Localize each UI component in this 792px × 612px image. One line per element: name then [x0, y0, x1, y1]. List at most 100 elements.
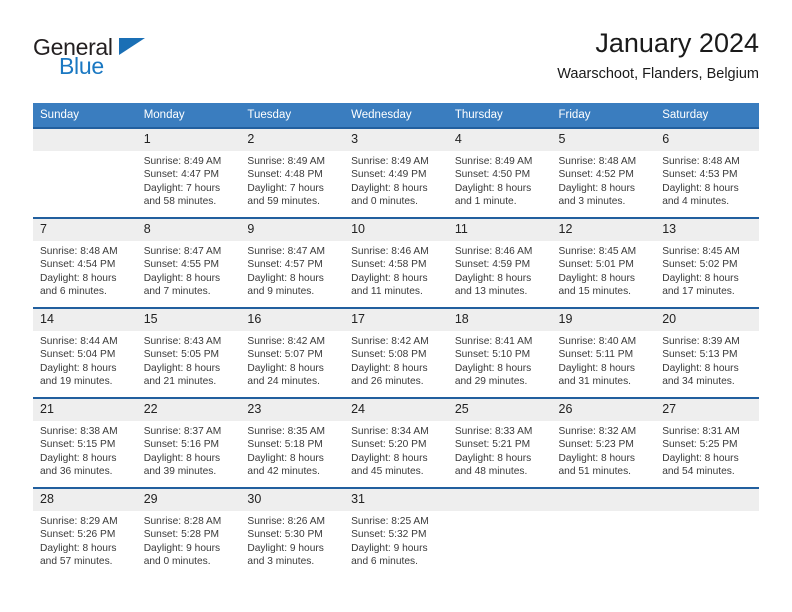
daylight-text-line1: Daylight: 8 hours — [454, 272, 532, 284]
calendar-day-cell[interactable]: 1 Sunrise: 8:49 AM Sunset: 4:47 PM Daylight… — [136, 127, 241, 217]
daylight-text-line1: Daylight: 8 hours — [454, 362, 532, 374]
sunrise-text: Sunrise: 8:34 AM — [351, 426, 429, 437]
daylight-text-line1: Daylight: 8 hours — [143, 272, 221, 284]
daylight-text-line2: and 7 minutes. — [143, 286, 211, 298]
day-cell-inner: 30 Sunrise: 8:26 AM Sunset: 5:30 PM Dayligh… — [240, 487, 345, 575]
calendar-day-cell[interactable]: 4 Sunrise: 8:49 AM Sunset: 4:50 PM Daylight… — [447, 127, 552, 217]
calendar-day-cell[interactable]: 30 Sunrise: 8:26 AM Sunset: 5:30 PM Dayligh… — [240, 487, 345, 577]
sunrise-text: Sunrise: 8:48 AM — [662, 156, 740, 167]
day-details: Sunrise: 8:25 AM Sunset: 5:32 PM Daylight:… — [344, 511, 448, 569]
calendar-day-cell[interactable]: 18 Sunrise: 8:41 AM Sunset: 5:10 PM Dayligh… — [447, 307, 552, 397]
calendar-day-cell[interactable]: 2 Sunrise: 8:49 AM Sunset: 4:48 PM Daylight… — [240, 127, 345, 217]
calendar-day-cell[interactable]: 14 Sunrise: 8:44 AM Sunset: 5:04 PM Dayligh… — [33, 307, 137, 397]
daylight-text-line1: Daylight: 8 hours — [40, 272, 117, 284]
general-blue-logo[interactable]: General Blue — [33, 34, 193, 90]
sunrise-text: Sunrise: 8:49 AM — [454, 156, 533, 167]
sunrise-text: Sunrise: 8:48 AM — [558, 156, 637, 167]
calendar-day-cell[interactable]: 6 Sunrise: 8:48 AM Sunset: 4:53 PM Daylight… — [655, 127, 759, 217]
day-cell-inner: 12 Sunrise: 8:45 AM Sunset: 5:01 PM Dayligh… — [551, 217, 656, 305]
calendar-day-cell[interactable]: 10 Sunrise: 8:46 AM Sunset: 4:58 PM Dayligh… — [344, 217, 448, 307]
day-details: Sunrise: 8:47 AM Sunset: 4:55 PM Daylight:… — [137, 241, 241, 299]
day-cell-inner: 8 Sunrise: 8:47 AM Sunset: 4:55 PM Daylight… — [136, 217, 241, 305]
day-details: Sunrise: 8:28 AM Sunset: 5:28 PM Daylight:… — [137, 511, 241, 569]
calendar-day-cell[interactable]: 26 Sunrise: 8:32 AM Sunset: 5:23 PM Dayligh… — [551, 397, 656, 487]
day-details: Sunrise: 8:48 AM Sunset: 4:52 PM Daylight:… — [552, 151, 656, 209]
calendar-day-cell[interactable]: 31 Sunrise: 8:25 AM Sunset: 5:32 PM Dayligh… — [344, 487, 448, 577]
sunrise-text: Sunrise: 8:42 AM — [247, 336, 325, 347]
daylight-text-line2: and 19 minutes. — [40, 376, 113, 388]
day-cell-inner: 4 Sunrise: 8:49 AM Sunset: 4:50 PM Daylight… — [447, 127, 552, 215]
day-details: Sunrise: 8:33 AM Sunset: 5:21 PM Daylight:… — [448, 421, 552, 479]
daylight-text-line1: Daylight: 9 hours — [247, 542, 324, 554]
day-number: 31 — [344, 489, 448, 511]
sunset-text: Sunset: 5:10 PM — [454, 349, 531, 361]
sunset-text: Sunset: 5:23 PM — [558, 439, 634, 451]
day-cell-inner: 1 Sunrise: 8:49 AM Sunset: 4:47 PM Daylight… — [136, 127, 241, 215]
calendar-day-cell[interactable]: 29 Sunrise: 8:28 AM Sunset: 5:28 PM Dayligh… — [136, 487, 241, 577]
calendar-week-row: 7 Sunrise: 8:48 AM Sunset: 4:54 PM Daylight… — [33, 217, 759, 307]
calendar-week-row: 28 Sunrise: 8:29 AM Sunset: 5:26 PM Dayligh… — [33, 487, 759, 577]
sunrise-text: Sunrise: 8:38 AM — [40, 426, 118, 437]
sunrise-text: Sunrise: 8:33 AM — [454, 426, 533, 437]
day-cell-inner: 31 Sunrise: 8:25 AM Sunset: 5:32 PM Dayligh… — [344, 487, 448, 575]
day-cell-inner: 2 Sunrise: 8:49 AM Sunset: 4:48 PM Daylight… — [240, 127, 345, 215]
calendar-day-cell[interactable]: 11 Sunrise: 8:46 AM Sunset: 4:59 PM Dayligh… — [447, 217, 552, 307]
calendar-header-row: Sunday Monday Tuesday Wednesday Thursday… — [33, 103, 759, 127]
calendar-day-cell[interactable]: 28 Sunrise: 8:29 AM Sunset: 5:26 PM Dayligh… — [33, 487, 137, 577]
sunset-text: Sunset: 5:15 PM — [40, 439, 116, 451]
calendar-day-cell[interactable]: 25 Sunrise: 8:33 AM Sunset: 5:21 PM Dayligh… — [447, 397, 552, 487]
sunset-text: Sunset: 4:47 PM — [143, 169, 220, 181]
day-details: Sunrise: 8:41 AM Sunset: 5:10 PM Daylight:… — [448, 331, 552, 389]
daylight-text-line2: and 42 minutes. — [247, 466, 320, 478]
daylight-text-line1: Daylight: 8 hours — [558, 272, 635, 284]
calendar-day-cell[interactable]: 20 Sunrise: 8:39 AM Sunset: 5:13 PM Dayligh… — [655, 307, 759, 397]
weekday-header-friday: Friday — [551, 103, 656, 127]
calendar-day-cell[interactable]: 16 Sunrise: 8:42 AM Sunset: 5:07 PM Dayligh… — [240, 307, 345, 397]
sunset-text: Sunset: 4:59 PM — [454, 259, 531, 271]
daylight-text-line2: and 54 minutes. — [662, 466, 735, 478]
day-number: 27 — [655, 399, 759, 421]
daylight-text-line2: and 4 minutes. — [662, 196, 730, 208]
calendar-day-cell[interactable]: 5 Sunrise: 8:48 AM Sunset: 4:52 PM Daylight… — [551, 127, 656, 217]
weekday-header-tuesday: Tuesday — [240, 103, 345, 127]
sunset-text: Sunset: 5:08 PM — [351, 349, 427, 361]
calendar-day-cell[interactable]: 21 Sunrise: 8:38 AM Sunset: 5:15 PM Dayligh… — [33, 397, 137, 487]
day-details: Sunrise: 8:26 AM Sunset: 5:30 PM Daylight:… — [240, 511, 344, 569]
day-number: 23 — [240, 399, 345, 421]
calendar-empty-cell — [447, 487, 552, 577]
sunset-text: Sunset: 5:13 PM — [662, 349, 738, 361]
daylight-text-line2: and 58 minutes. — [143, 196, 217, 208]
calendar-day-cell[interactable]: 7 Sunrise: 8:48 AM Sunset: 4:54 PM Daylight… — [33, 217, 137, 307]
calendar-day-cell[interactable]: 22 Sunrise: 8:37 AM Sunset: 5:16 PM Dayligh… — [136, 397, 241, 487]
sunrise-text: Sunrise: 8:28 AM — [143, 516, 222, 527]
calendar-day-cell[interactable]: 8 Sunrise: 8:47 AM Sunset: 4:55 PM Daylight… — [136, 217, 241, 307]
daylight-text-line1: Daylight: 7 hours — [143, 182, 221, 194]
sunset-text: Sunset: 4:57 PM — [247, 259, 323, 271]
calendar-day-cell[interactable]: 19 Sunrise: 8:40 AM Sunset: 5:11 PM Dayligh… — [551, 307, 656, 397]
day-details: Sunrise: 8:42 AM Sunset: 5:08 PM Daylight:… — [344, 331, 448, 389]
calendar-day-cell[interactable]: 13 Sunrise: 8:45 AM Sunset: 5:02 PM Dayligh… — [655, 217, 759, 307]
calendar-day-cell[interactable]: 12 Sunrise: 8:45 AM Sunset: 5:01 PM Dayligh… — [551, 217, 656, 307]
daylight-text-line1: Daylight: 8 hours — [40, 542, 117, 554]
day-details: Sunrise: 8:37 AM Sunset: 5:16 PM Daylight:… — [137, 421, 241, 479]
daylight-text-line1: Daylight: 8 hours — [351, 452, 428, 464]
calendar-day-cell[interactable]: 23 Sunrise: 8:35 AM Sunset: 5:18 PM Dayligh… — [240, 397, 345, 487]
daylight-text-line2: and 3 minutes. — [247, 556, 315, 568]
day-number: 26 — [551, 399, 656, 421]
calendar-week-row: 1 Sunrise: 8:49 AM Sunset: 4:47 PM Daylight… — [33, 127, 759, 217]
calendar-day-cell[interactable]: 15 Sunrise: 8:43 AM Sunset: 5:05 PM Dayligh… — [136, 307, 241, 397]
sunset-text: Sunset: 5:04 PM — [40, 349, 116, 361]
daylight-text-line2: and 57 minutes. — [40, 556, 113, 568]
daylight-text-line2: and 29 minutes. — [454, 376, 528, 388]
sunset-text: Sunset: 4:49 PM — [351, 169, 427, 181]
calendar-day-cell[interactable]: 24 Sunrise: 8:34 AM Sunset: 5:20 PM Dayligh… — [344, 397, 448, 487]
calendar-day-cell[interactable]: 9 Sunrise: 8:47 AM Sunset: 4:57 PM Daylight… — [240, 217, 345, 307]
daylight-text-line1: Daylight: 9 hours — [143, 542, 221, 554]
day-cell-inner: 15 Sunrise: 8:43 AM Sunset: 5:05 PM Dayligh… — [136, 307, 241, 395]
calendar-day-cell[interactable]: 17 Sunrise: 8:42 AM Sunset: 5:08 PM Dayligh… — [344, 307, 448, 397]
calendar-day-cell[interactable]: 27 Sunrise: 8:31 AM Sunset: 5:25 PM Dayligh… — [655, 397, 759, 487]
sunset-text: Sunset: 5:01 PM — [558, 259, 634, 271]
day-cell-inner — [447, 487, 552, 575]
calendar-day-cell[interactable]: 3 Sunrise: 8:49 AM Sunset: 4:49 PM Daylight… — [344, 127, 448, 217]
weekday-header-monday: Monday — [136, 103, 241, 127]
